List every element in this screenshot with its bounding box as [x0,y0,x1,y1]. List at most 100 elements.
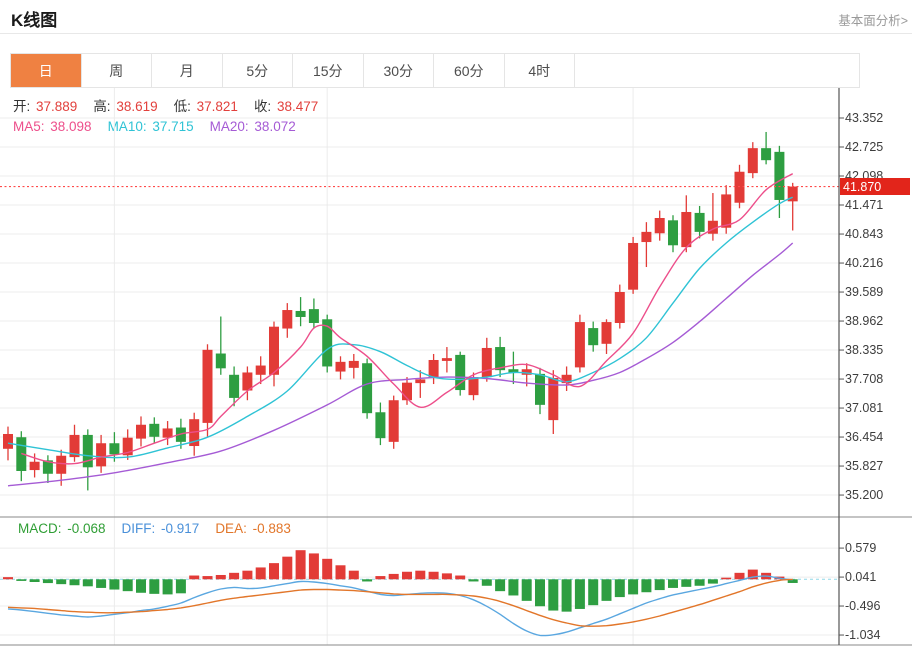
macd-hist-bar [349,571,359,580]
candle-body [96,443,106,466]
candle-body [721,194,731,227]
macd-hist-bar [16,579,26,581]
candle-body [309,309,319,323]
price-tick-label: 37.081 [845,401,883,416]
macd-hist-bar [242,571,252,580]
candle-body [668,220,678,245]
candle-body [269,327,279,375]
macd-hist-bar [203,576,213,579]
macd-hist-bar [588,579,598,605]
candle-body [375,412,385,438]
price-tick-label: 35.827 [845,459,883,474]
candle-body [748,148,758,173]
macd-hist-bar [522,579,532,601]
macd-hist-bar [482,579,492,585]
candle-body [56,456,66,474]
candle-body [349,361,359,368]
kline-chart[interactable] [0,0,912,650]
candle-body [655,218,665,233]
macd-hist-bar [30,579,40,582]
macd-hist-bar [109,579,119,589]
candle-body [216,354,226,369]
macd-hist-bar [655,579,665,590]
candle-body [336,362,346,372]
candle-body [535,374,545,405]
macd-item: DIFF: -0.917 [122,521,200,536]
macd-tick-label: -1.034 [845,628,880,643]
candle-body [442,358,452,361]
macd-hist-bar [695,579,705,585]
price-tick-label: 38.335 [845,343,883,358]
macd-hist-bar [735,573,745,579]
candle-body [256,366,266,375]
macd-hist-bar [415,571,425,580]
macd-hist-bar [216,575,226,579]
price-tick-label: 43.352 [845,111,883,126]
macd-tick-label: 0.579 [845,541,876,556]
macd-item: MACD: -0.068 [18,521,106,536]
macd-hist-bar [96,579,106,588]
macd-hist-bar [362,579,372,581]
candle-body [30,462,40,470]
macd-hist-bar [708,579,718,583]
price-tick-label: 38.962 [845,314,883,329]
macd-hist-bar [721,578,731,580]
candle-body [774,152,784,200]
macd-hist-bar [548,579,558,610]
candle-body [362,363,372,413]
price-tick-label: 42.725 [845,140,883,155]
macd-hist-bar [389,574,399,579]
macd-hist-bar [602,579,612,601]
candle-body [761,148,771,160]
macd-hist-bar [402,572,412,580]
candle-body [163,428,173,437]
candle-body [482,348,492,377]
macd-hist-bar [282,557,292,580]
candle-body [641,232,651,242]
macd-tick-label: -0.496 [845,599,880,614]
candle-body [415,379,425,383]
candle-body [282,310,292,329]
macd-hist-bar [83,579,93,586]
candle-body [735,172,745,203]
price-tick-label: 37.708 [845,372,883,387]
macd-hist-bar [641,579,651,592]
macd-hist-bar [668,579,678,588]
candle-body [83,435,93,467]
macd-hist-bar [149,579,159,594]
macd-hist-bar [176,579,186,593]
kline-widget: K线图 基本面分析> 日周月5分15分30分60分4时 开: 37.889高: … [0,0,912,650]
candle-body [109,443,119,454]
macd-hist-bar [469,579,479,581]
macd-hist-bar [628,579,638,594]
macd-hist-bar [508,579,518,595]
macd-hist-bar [123,579,133,591]
macd-hist-bar [562,579,572,611]
macd-hist-bar [429,572,439,580]
current-price-badge: 41.870 [840,178,910,195]
macd-hist-bar [229,573,239,579]
macd-hist-bar [296,550,306,579]
candle-body [602,322,612,344]
candle-body [615,292,625,323]
macd-hist-bar [3,577,13,579]
macd-hist-bar [136,579,146,592]
macd-hist-bar [442,573,452,579]
macd-hist-bar [269,563,279,579]
candle-body [136,425,146,439]
ma5-line [21,174,792,464]
macd-hist-bar [615,579,625,597]
price-tick-label: 41.471 [845,198,883,213]
macd-hist-bar [681,579,691,587]
macd-hist-bar [375,576,385,579]
macd-hist-bar [336,565,346,579]
candle-body [469,377,479,395]
price-tick-label: 35.200 [845,488,883,503]
macd-hist-bar [455,576,465,580]
macd-item: DEA: -0.883 [215,521,291,536]
candle-body [455,355,465,390]
candle-body [575,322,585,367]
macd-hist-bar [495,579,505,591]
candle-body [389,400,399,442]
macd-tick-label: 0.041 [845,570,876,585]
